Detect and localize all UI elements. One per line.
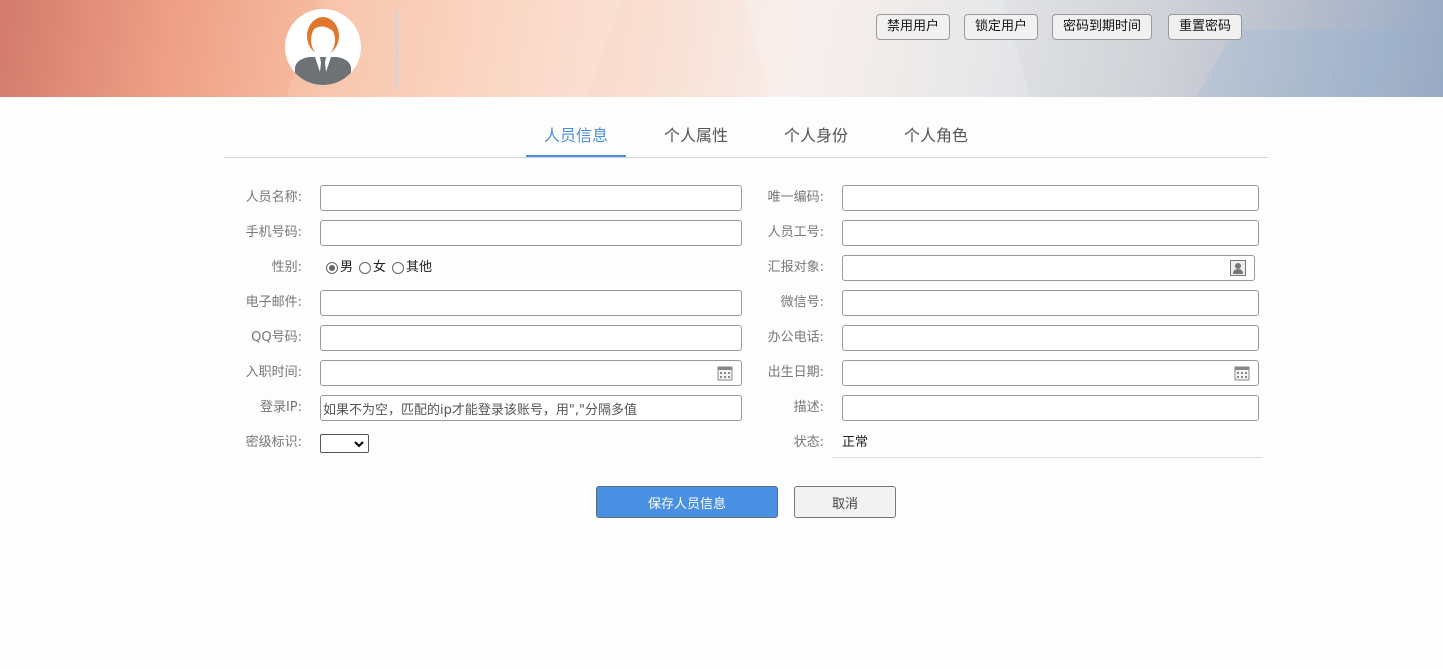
- description-label: 描述:: [793, 400, 824, 415]
- lock-user-button[interactable]: 锁定用户: [964, 14, 1039, 40]
- security-level-select[interactable]: [320, 434, 369, 453]
- gender-option-female: 女: [373, 260, 387, 275]
- status-value: 正常: [832, 430, 1263, 458]
- name-label: 人员名称:: [245, 190, 302, 205]
- birth-date-input[interactable]: [842, 360, 1259, 386]
- gender-radio-group: 男 女 其他: [324, 255, 432, 281]
- report-to-label: 汇报对象:: [767, 260, 824, 275]
- wechat-label: 微信号:: [780, 295, 824, 310]
- save-button[interactable]: 保存人员信息: [596, 486, 778, 518]
- unique-code-label: 唯一编码:: [767, 190, 824, 205]
- unique-code-input[interactable]: [842, 185, 1259, 211]
- gender-option-male: 男: [340, 260, 354, 275]
- user-picker-icon[interactable]: [1230, 260, 1246, 276]
- gender-label: 性别:: [271, 260, 302, 275]
- qq-label: QQ号码:: [251, 330, 302, 345]
- login-ip-label: 登录IP:: [259, 400, 302, 415]
- calendar-icon[interactable]: [1234, 365, 1250, 381]
- status-label: 状态:: [793, 435, 824, 450]
- tab-person-info[interactable]: 人员信息: [526, 115, 626, 157]
- birth-date-label: 出生日期:: [767, 365, 824, 380]
- cancel-button[interactable]: 取消: [794, 486, 896, 518]
- employee-no-input[interactable]: [842, 220, 1259, 246]
- name-input[interactable]: [320, 185, 742, 211]
- wechat-input[interactable]: [842, 290, 1259, 316]
- office-phone-label: 办公电话:: [767, 330, 824, 345]
- disable-user-button[interactable]: 禁用用户: [876, 14, 951, 40]
- security-level-label: 密级标识:: [245, 435, 302, 450]
- mobile-label: 手机号码:: [245, 225, 302, 240]
- gender-option-other: 其他: [406, 260, 433, 275]
- email-label: 电子邮件:: [245, 295, 302, 310]
- gender-radio-other[interactable]: [392, 262, 405, 274]
- office-phone-input[interactable]: [842, 325, 1259, 351]
- user-avatar: [285, 9, 361, 85]
- tab-personal-roles[interactable]: 个人角色: [886, 115, 986, 157]
- tab-personal-identity[interactable]: 个人身份: [766, 115, 866, 157]
- email-input[interactable]: [320, 290, 742, 316]
- hire-date-input[interactable]: [320, 360, 742, 386]
- person-icon: [295, 17, 351, 85]
- password-expiry-button[interactable]: 密码到期时间: [1052, 14, 1153, 40]
- qq-input[interactable]: [320, 325, 742, 351]
- reset-password-button[interactable]: 重置密码: [1168, 14, 1243, 40]
- employee-no-label: 人员工号:: [767, 225, 824, 240]
- tab-bar: 人员信息 个人属性 个人身份 个人角色: [224, 115, 1268, 158]
- report-to-input[interactable]: [842, 255, 1255, 281]
- chevron-down-icon: [354, 441, 364, 448]
- hire-date-label: 入职时间:: [245, 365, 302, 380]
- gender-radio-male[interactable]: [326, 262, 338, 274]
- tab-personal-attributes[interactable]: 个人属性: [646, 115, 746, 157]
- gender-radio-female[interactable]: [359, 262, 372, 274]
- mobile-input[interactable]: [320, 220, 742, 246]
- header-divider: [396, 10, 397, 87]
- header-banner: 禁用用户 锁定用户 密码到期时间 重置密码: [0, 0, 1443, 97]
- login-ip-input[interactable]: [320, 395, 742, 421]
- description-input[interactable]: [842, 395, 1259, 421]
